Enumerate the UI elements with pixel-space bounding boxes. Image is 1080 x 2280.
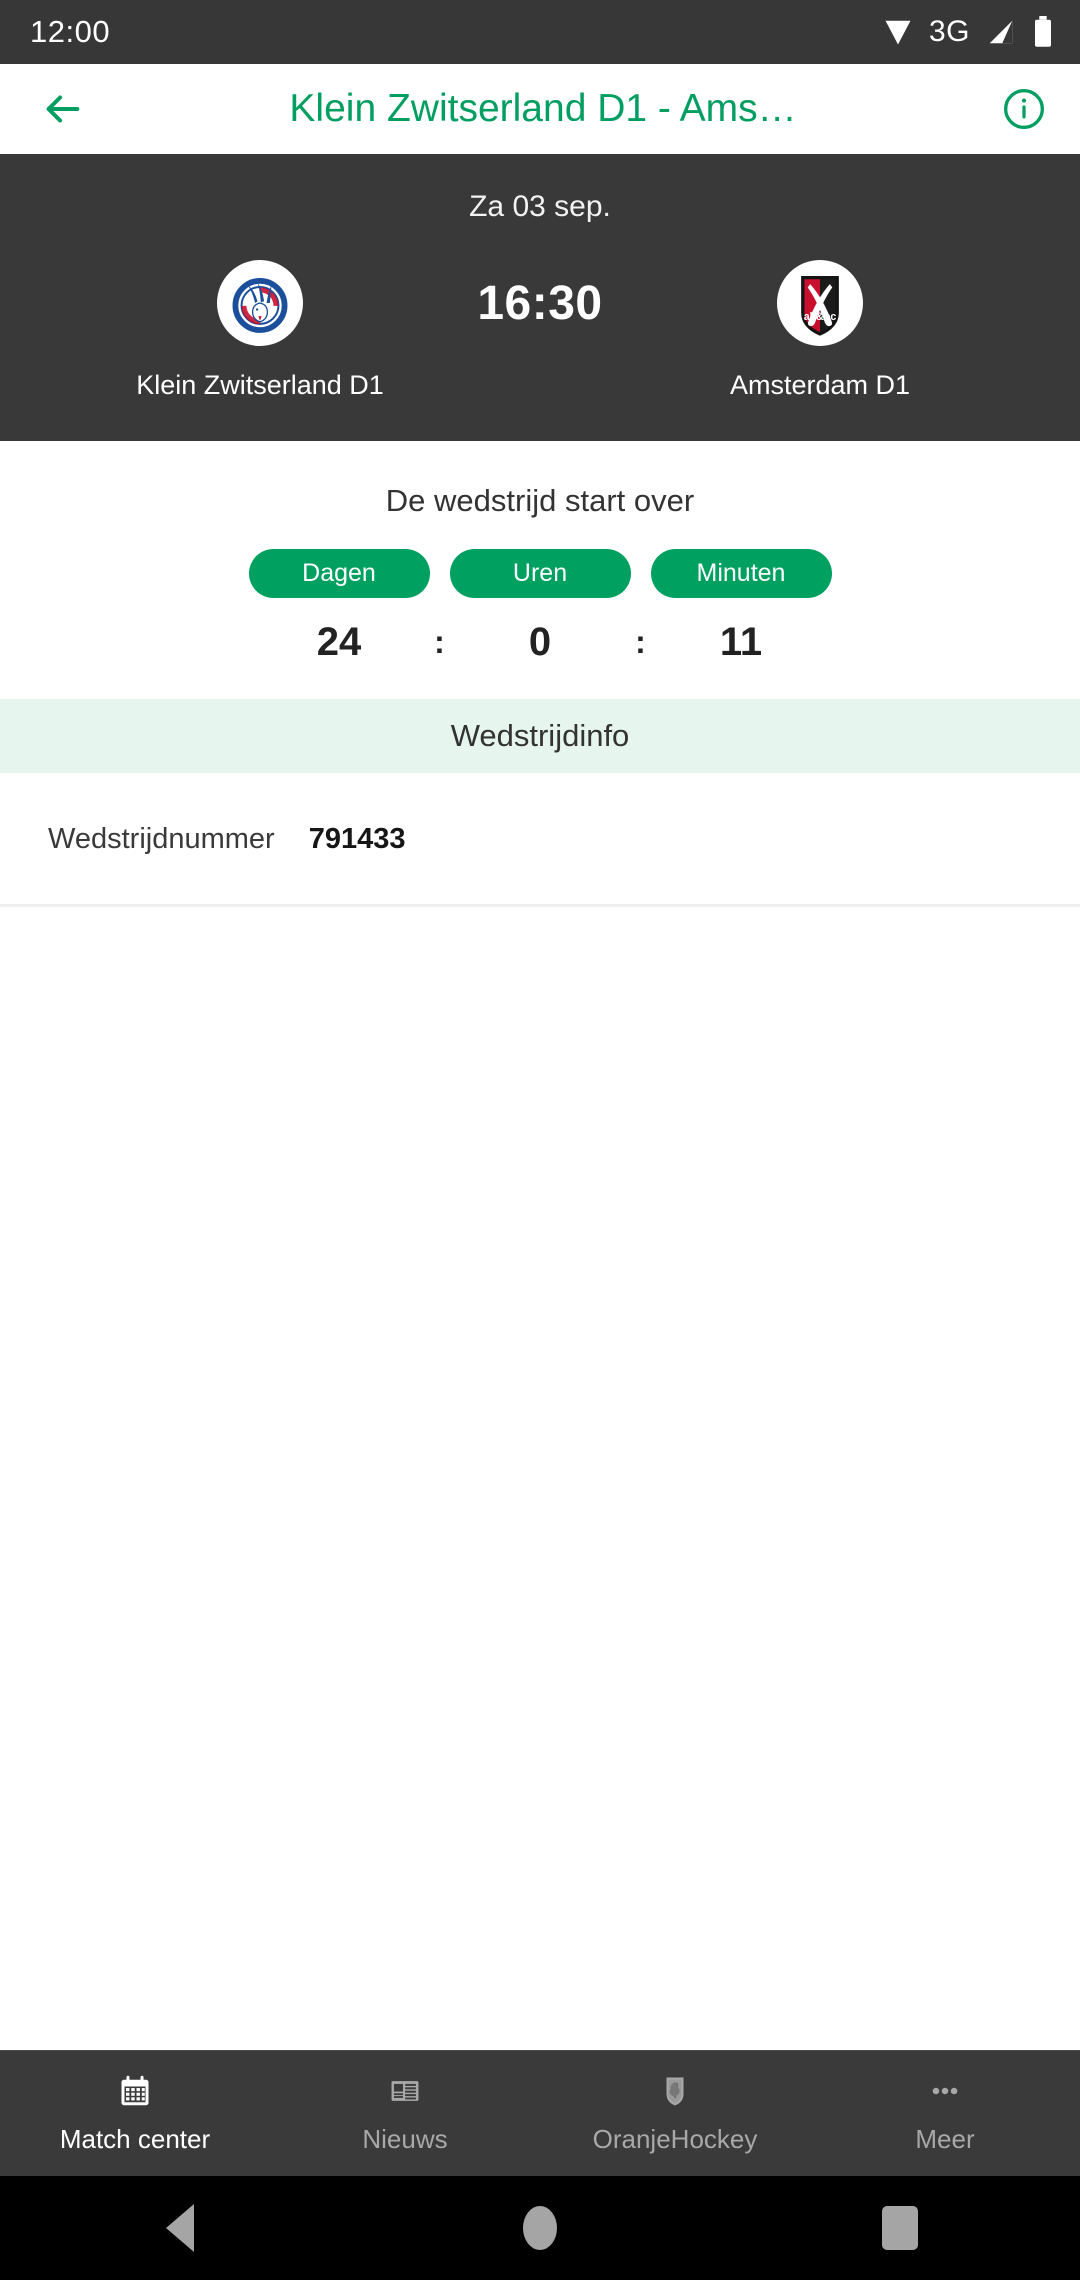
svg-text:ah&bc: ah&bc [804,311,837,323]
countdown-value-hours: 0 [528,620,552,664]
nav-item-match-center[interactable]: Match center [0,2072,270,2155]
system-home-button[interactable] [485,2198,595,2258]
countdown-value-days: 24 [316,620,362,664]
arrow-left-icon [46,95,80,123]
nav-label-match-center: Match center [59,2124,211,2154]
countdown-unit-days: Dagen [248,549,430,598]
nav-label-meer: Meer [915,2124,975,2154]
signal-icon [986,17,1016,47]
status-time: 12:00 [30,14,111,49]
back-button[interactable] [34,81,90,137]
info-circle-icon [1004,89,1044,129]
klein-zwitserland-crest-icon [217,260,303,346]
countdown-section: De wedstrijd start over Dagen Uren Minut… [0,441,1080,699]
kickoff-column: 16:30 [425,260,655,331]
status-icons: 3G [883,15,1054,49]
countdown-unit-hours: Uren [449,549,631,598]
countdown-unit-labels: Dagen Uren Minuten [0,549,1080,598]
nav-item-meer[interactable]: Meer [810,2072,1080,2155]
content-empty-area [0,907,1080,2050]
match-date: Za 03 sep. [469,190,611,223]
amsterdam-ahbc-crest-icon: ah&bc [777,260,863,346]
system-home-icon [523,2206,557,2250]
page-title: Klein Zwitserland D1 - Ams… [289,87,797,130]
nav-item-nieuws[interactable]: Nieuws [270,2072,540,2155]
countdown-value-minutes: 11 [719,620,763,664]
countdown-title: De wedstrijd start over [385,483,695,518]
battery-icon [1032,16,1054,48]
home-team-name: Klein Zwitserland D1 [136,370,384,400]
match-teams-row: Klein Zwitserland D1 16:30 ah&bc Amsterd… [0,260,1080,401]
lion-shield-icon [658,2072,692,2110]
nav-item-oranjehockey[interactable]: OranjeHockey [540,2072,810,2155]
system-recents-button[interactable] [845,2198,955,2258]
countdown-unit-minutes: Minuten [650,549,832,598]
system-back-icon [166,2204,194,2252]
wifi-icon [883,17,913,47]
kickoff-time: 16:30 [477,277,603,330]
home-team[interactable]: Klein Zwitserland D1 [95,260,425,401]
match-info-section-header: Wedstrijdinfo [0,699,1080,773]
countdown-separator-1: : [434,624,445,660]
network-type-label: 3G [928,15,970,48]
system-back-button[interactable] [125,2198,235,2258]
newspaper-icon [388,2072,422,2110]
countdown-values: 24 : 0 : 11 [0,620,1080,665]
countdown-separator-2: : [635,624,646,660]
status-bar: 12:00 3G [0,0,1080,64]
match-info-list: Wedstrijdnummer 791433 [0,773,1080,907]
away-team[interactable]: ah&bc Amsterdam D1 [655,260,985,401]
match-info-row-wedstrijdnummer: Wedstrijdnummer 791433 [0,773,1080,904]
app-bar: Klein Zwitserland D1 - Ams… [0,64,1080,154]
match-info-value: 791433 [308,823,406,855]
match-info-label: Wedstrijdnummer [48,823,275,855]
calendar-icon [117,2072,153,2110]
away-team-name: Amsterdam D1 [729,370,911,400]
system-recents-icon [882,2206,918,2250]
bottom-navigation: Match center Nieuws OranjeHockey Meer [0,2050,1080,2176]
nav-label-nieuws: Nieuws [362,2124,448,2154]
ellipsis-icon [928,2072,962,2110]
system-navigation-bar [0,2176,1080,2280]
nav-label-oranjehockey: OranjeHockey [592,2124,758,2154]
app-screen: 12:00 3G Klein Zwitserland D1 - Ams… Za … [0,0,1080,2280]
match-banner: Za 03 sep. Klein Zwitserland D1 16:30 ah… [0,154,1080,441]
match-info-button[interactable] [996,81,1052,137]
